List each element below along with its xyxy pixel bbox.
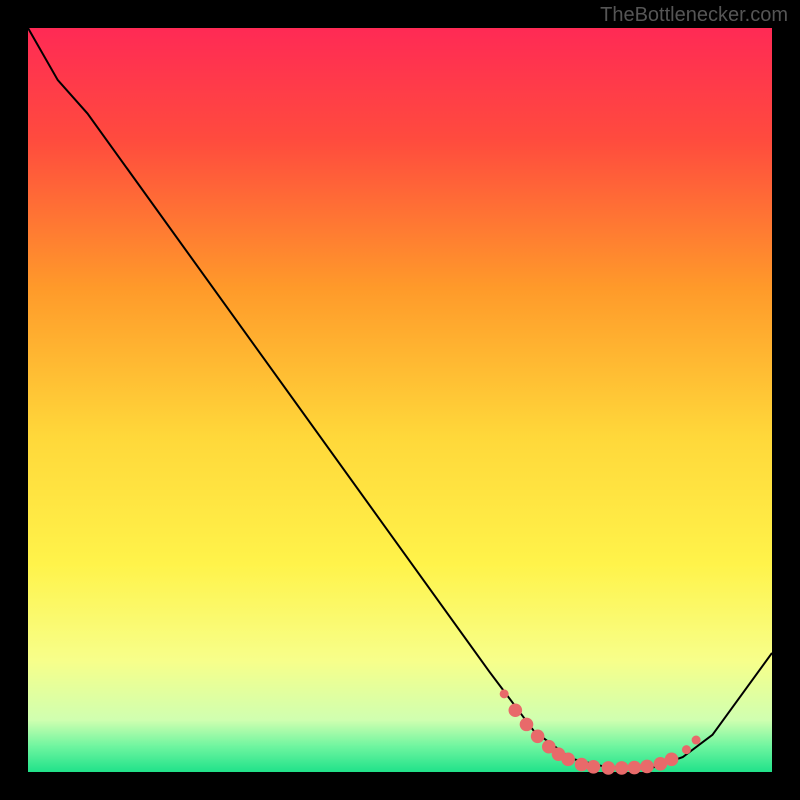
chart-container: TheBottlenecker.com <box>0 0 800 800</box>
data-marker <box>587 760 601 774</box>
data-marker <box>531 729 545 743</box>
data-marker <box>520 718 534 732</box>
data-marker <box>602 761 616 775</box>
watermark-text: TheBottlenecker.com <box>600 4 788 27</box>
plot-background <box>28 28 772 772</box>
chart-svg <box>0 0 800 800</box>
data-marker <box>692 736 701 745</box>
data-marker <box>682 745 691 754</box>
data-marker <box>665 753 679 767</box>
data-marker <box>509 703 523 717</box>
data-marker <box>575 758 589 772</box>
data-marker <box>500 689 509 698</box>
data-marker <box>628 761 642 775</box>
data-marker <box>640 760 654 774</box>
data-marker <box>561 753 575 767</box>
data-marker <box>615 761 629 775</box>
